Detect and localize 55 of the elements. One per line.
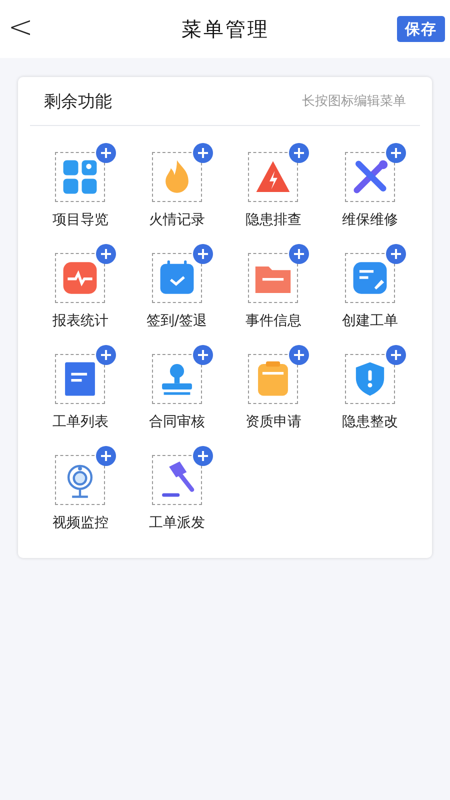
note-icon bbox=[353, 262, 386, 294]
menu-icon-tile[interactable] bbox=[248, 253, 298, 303]
shield-icon bbox=[356, 362, 384, 396]
add-icon[interactable] bbox=[289, 143, 310, 163]
menu-label: 签到/签退 bbox=[146, 312, 208, 330]
menu-icon-tile[interactable] bbox=[344, 354, 395, 404]
flame-icon bbox=[165, 160, 188, 193]
document-icon bbox=[65, 362, 96, 396]
menu-label: 报表统计 bbox=[52, 312, 108, 330]
menu-label: 工单列表 bbox=[52, 413, 108, 431]
webcam-icon bbox=[68, 464, 93, 498]
menu-label: 工单派发 bbox=[148, 514, 205, 532]
add-icon[interactable] bbox=[192, 244, 213, 264]
add-icon[interactable] bbox=[192, 345, 213, 365]
menu-label: 视频监控 bbox=[52, 514, 108, 532]
add-icon[interactable] bbox=[96, 446, 116, 466]
add-icon[interactable] bbox=[96, 345, 116, 365]
back-button[interactable]: < bbox=[0, 0, 54, 58]
page-title: 菜单管理 bbox=[180, 16, 270, 42]
menu-label: 项目导览 bbox=[52, 211, 108, 229]
menu-label: 合同审核 bbox=[148, 413, 205, 431]
menu-label: 创建工单 bbox=[342, 312, 398, 330]
menu-label: 火情记录 bbox=[148, 211, 205, 229]
stamp-icon bbox=[162, 364, 192, 395]
menu-icon-tile[interactable] bbox=[55, 152, 106, 202]
save-button[interactable]: 保存 bbox=[397, 16, 445, 42]
add-icon[interactable] bbox=[386, 345, 406, 365]
folder-icon bbox=[256, 266, 291, 293]
menu-icon-tile[interactable] bbox=[55, 253, 106, 303]
add-icon[interactable] bbox=[96, 143, 116, 163]
menu-label: 事件信息 bbox=[245, 312, 302, 330]
menu-icon-tile[interactable] bbox=[248, 354, 298, 404]
menu-icon-tile[interactable] bbox=[344, 253, 395, 303]
add-icon[interactable] bbox=[386, 143, 406, 163]
add-icon[interactable] bbox=[289, 345, 310, 365]
menu-label: 维保维修 bbox=[342, 211, 398, 229]
map-grid-icon bbox=[64, 160, 97, 194]
gavel-icon bbox=[162, 462, 194, 497]
hint-text: 长按图标编辑菜单 bbox=[302, 93, 406, 110]
add-icon[interactable] bbox=[96, 244, 116, 264]
add-icon[interactable] bbox=[192, 143, 213, 163]
pulse-icon bbox=[64, 262, 97, 294]
add-icon[interactable] bbox=[192, 446, 213, 466]
menu-icon-tile[interactable] bbox=[55, 354, 106, 404]
warning-icon bbox=[256, 161, 290, 192]
menu-icon-tile[interactable] bbox=[152, 253, 202, 303]
section-title: 剩余功能 bbox=[44, 90, 112, 112]
tools-icon bbox=[353, 160, 388, 194]
add-icon[interactable] bbox=[289, 244, 310, 264]
menu-label: 隐患整改 bbox=[342, 413, 398, 431]
menu-label: 资质申请 bbox=[245, 413, 302, 431]
menu-label: 隐患排查 bbox=[245, 211, 302, 229]
add-icon[interactable] bbox=[386, 244, 406, 264]
clipboard-icon bbox=[258, 361, 288, 396]
calendar-icon bbox=[160, 260, 194, 294]
